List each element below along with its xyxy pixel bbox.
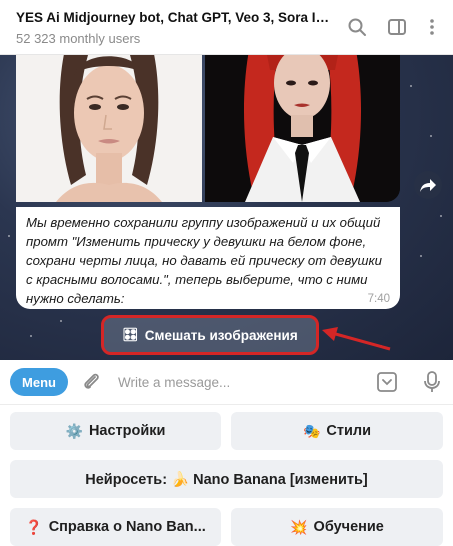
message-input-bar: Menu (0, 360, 453, 405)
help-label: Справка о Nano Ban... (48, 519, 206, 535)
question-icon: ❓ (25, 518, 43, 535)
chat-subtitle: 52 323 monthly users (16, 31, 141, 46)
message-text: Мы временно сохранили группу изображений… (26, 215, 383, 306)
styles-label: Стили (326, 423, 372, 439)
styles-button[interactable]: 🎭 Стили (231, 412, 443, 450)
message-time: 7:40 (367, 293, 390, 305)
masks-icon: 🎭 (302, 422, 321, 439)
photo-woman-white-background[interactable] (16, 55, 202, 202)
learn-label: Обучение (313, 519, 384, 535)
mix-images-button[interactable]: 🎛 Смешать изображения (101, 315, 319, 355)
search-icon[interactable] (346, 16, 368, 38)
bot-keyboard: ⚙️ Настройки 🎭 Стили Нейросеть: 🍌 Nano B… (0, 405, 453, 546)
forward-icon[interactable] (414, 171, 442, 199)
learn-button[interactable]: 💥 Обучение (231, 508, 443, 546)
mixer-icon: 🎛 (122, 327, 139, 342)
chat-title[interactable]: YES Ai Midjourney bot, Chat GPT, Veo 3, … (16, 10, 331, 25)
collision-icon: 💥 (290, 518, 308, 535)
help-button[interactable]: ❓ Справка о Nano Ban... (10, 508, 221, 546)
paperclip-icon[interactable] (80, 371, 102, 393)
message-input[interactable] (116, 368, 370, 396)
settings-button[interactable]: ⚙️ Настройки (10, 412, 221, 450)
more-vertical-icon[interactable] (421, 16, 443, 38)
microphone-icon[interactable] (421, 370, 443, 394)
mix-images-label: Смешать изображения (144, 327, 298, 343)
gear-icon: ⚙️ (65, 422, 83, 439)
bot-message-bubble: Мы временно сохранили группу изображений… (16, 207, 400, 309)
sidebar-toggle-icon[interactable] (386, 16, 408, 38)
chat-header: YES Ai Midjourney bot, Chat GPT, Veo 3, … (0, 0, 453, 55)
network-label: Нейросеть: 🍌 Nano Banana [изменить] (85, 471, 368, 488)
photo-woman-red-hair[interactable] (205, 55, 400, 202)
chat-area: Мы временно сохранили группу изображений… (0, 55, 453, 360)
network-button[interactable]: Нейросеть: 🍌 Nano Banana [изменить] (10, 460, 443, 498)
keyboard-toggle-icon[interactable] (376, 371, 398, 393)
annotation-arrow-icon (322, 327, 391, 351)
menu-button[interactable]: Menu (10, 368, 68, 396)
settings-label: Настройки (88, 423, 166, 439)
